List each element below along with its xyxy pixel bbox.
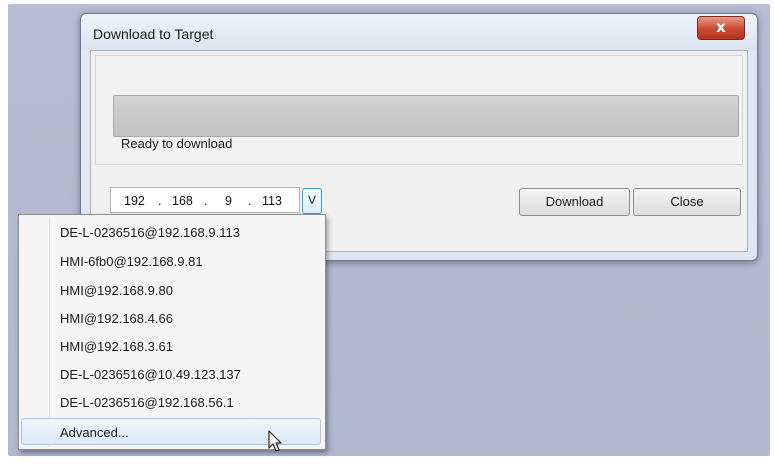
dropdown-item[interactable]: HMI@192.168.4.66 — [21, 305, 321, 332]
ip-octet-2[interactable]: 168 — [172, 194, 193, 208]
dropdown-item-label: DE-L-0236516@10.49.123.137 — [60, 367, 241, 382]
window-close-button[interactable]: x — [697, 16, 745, 40]
close-button[interactable]: Close — [633, 188, 741, 216]
dropdown-item-label: DE-L-0236516@192.168.56.1 — [60, 395, 234, 410]
mouse-pointer-icon — [268, 430, 282, 452]
ip-octet-3[interactable]: 9 — [225, 194, 232, 208]
window-title: Download to Target — [93, 26, 214, 42]
ip-dropdown-button[interactable]: V — [302, 188, 322, 214]
dropdown-item-label: HMI-6fb0@192.168.9.81 — [60, 254, 203, 269]
ip-separator: . — [248, 194, 252, 208]
ip-separator: . — [204, 194, 208, 208]
dropdown-item-label: HMI@192.168.3.61 — [60, 339, 173, 354]
ip-octet-4[interactable]: 113 — [262, 194, 282, 208]
dropdown-item-label: DE-L-0236516@192.168.9.113 — [60, 225, 240, 240]
ip-address-field[interactable]: 192 . 168 . 9 . 113 — [110, 187, 300, 213]
ip-octet-1[interactable]: 192 — [124, 194, 145, 208]
download-button[interactable]: Download — [519, 188, 630, 216]
title-bar[interactable]: Download to Target x — [81, 14, 757, 50]
dropdown-item[interactable]: HMI-6fb0@192.168.9.81 — [21, 248, 321, 275]
status-text: Ready to download — [121, 136, 233, 151]
dropdown-item[interactable]: DE-L-0236516@192.168.56.1 — [21, 389, 321, 416]
dropdown-item-label: HMI@192.168.4.66 — [60, 311, 173, 326]
download-progress-bar — [113, 95, 739, 137]
dropdown-item-label: Advanced... — [60, 425, 129, 440]
close-icon: x — [716, 18, 726, 36]
dropdown-item[interactable]: HMI@192.168.9.80 — [21, 277, 321, 304]
ip-separator: . — [158, 194, 162, 208]
target-dropdown-list: DE-L-0236516@192.168.9.113 HMI-6fb0@192.… — [18, 214, 326, 450]
dropdown-item[interactable]: DE-L-0236516@10.49.123.137 — [21, 361, 321, 388]
dropdown-item-label: HMI@192.168.9.80 — [60, 283, 173, 298]
dropdown-item[interactable]: DE-L-0236516@192.168.9.113 — [21, 219, 321, 246]
dropdown-item[interactable]: HMI@192.168.3.61 — [21, 333, 321, 360]
